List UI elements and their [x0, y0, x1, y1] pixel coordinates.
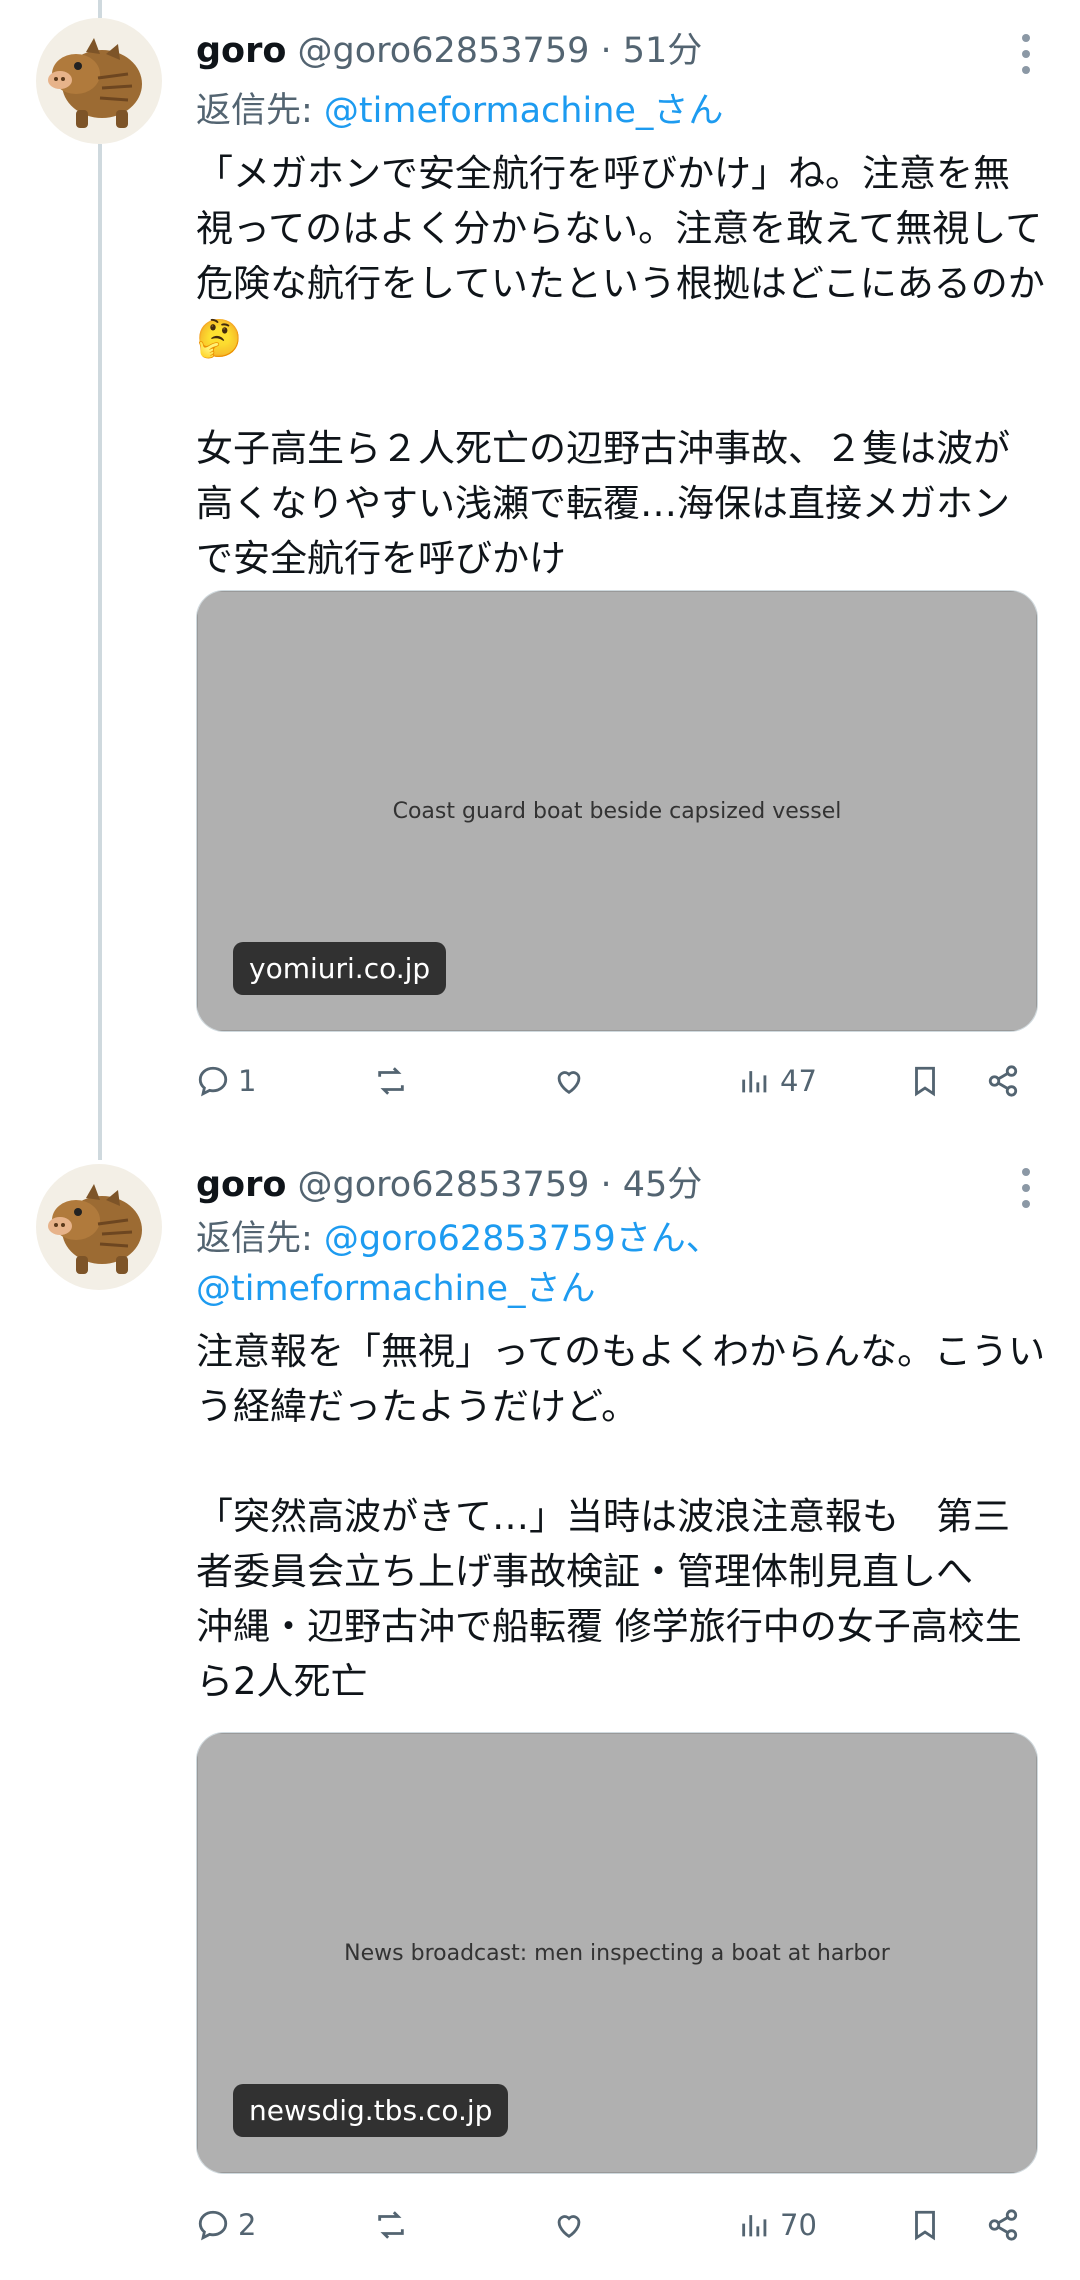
- reply-to-label: 返信先:: [196, 1219, 324, 1259]
- avatar[interactable]: [36, 18, 162, 144]
- reply-to-link[interactable]: @timeformachine_さん: [196, 1269, 596, 1309]
- reply-icon: [198, 2210, 228, 2241]
- like-button[interactable]: [552, 2200, 594, 2250]
- bookmark-button[interactable]: [908, 2200, 942, 2250]
- bookmark-icon: [915, 2210, 935, 2241]
- link-domain: newsdig.tbs.co.jp: [233, 2084, 509, 2137]
- link-domain: yomiuri.co.jp: [233, 942, 447, 995]
- tweet[interactable]: goro @goro62853759 · 45分 返信先: @goro62853…: [0, 1160, 1080, 2280]
- reply-to-link[interactable]: @goro62853759さん、: [324, 1219, 721, 1259]
- views-icon: [742, 2215, 767, 2237]
- reply-to-label: 返信先:: [196, 91, 324, 131]
- views-button[interactable]: 70: [738, 2200, 817, 2250]
- share-button[interactable]: [986, 1056, 1020, 1106]
- repost-button[interactable]: [374, 2200, 416, 2250]
- like-button[interactable]: [552, 1056, 594, 1106]
- tweet-paragraph: 「メガホンで安全航行を呼びかけ」ね。注意を無視ってのはよく分からない。注意を敢え…: [196, 152, 1045, 360]
- user-handle[interactable]: @goro62853759: [298, 31, 590, 71]
- repost-button[interactable]: [374, 1056, 416, 1106]
- more-icon[interactable]: [1020, 1168, 1032, 1216]
- reply-to-link[interactable]: @timeformachine_さん: [324, 91, 724, 131]
- reply-button[interactable]: 1: [196, 1056, 256, 1106]
- avatar[interactable]: [36, 1164, 162, 1290]
- share-button[interactable]: [986, 2200, 1020, 2250]
- link-card-image[interactable]: News broadcast: men inspecting a boat at…: [196, 1732, 1038, 2174]
- tweet[interactable]: goro @goro62853759 · 51分 返信先: @timeforma…: [0, 0, 1080, 1160]
- reply-icon: [198, 1066, 228, 1097]
- like-icon: [557, 1071, 581, 1095]
- tweet-header: goro @goro62853759 · 51分: [196, 22, 702, 73]
- views-button[interactable]: 47: [738, 1056, 817, 1106]
- tweet-text: 「メガホンで安全航行を呼びかけ」ね。注意を無視ってのはよく分からない。注意を敢え…: [196, 146, 1046, 586]
- views-icon: [742, 1071, 767, 1093]
- reply-count: 2: [238, 2208, 257, 2242]
- display-name[interactable]: goro: [196, 1165, 286, 1205]
- reply-count: 1: [238, 1064, 257, 1098]
- tweet-text: 注意報を「無視」ってのもよくわからんな。こういう経緯だったようだけど。 「突然高…: [196, 1324, 1046, 1709]
- tweet-paragraph: 「突然高波がきて…」当時は波浪注意報も 第三者委員会立ち上げ事故検証・管理体制見…: [196, 1495, 1022, 1703]
- views-count: 47: [780, 1064, 817, 1098]
- bookmark-button[interactable]: [908, 1056, 942, 1106]
- link-card-image[interactable]: Coast guard boat beside capsized vessel …: [196, 590, 1038, 1032]
- reply-to: 返信先: @goro62853759さん、 @timeformachine_さん: [196, 1214, 721, 1314]
- like-icon: [557, 2215, 581, 2239]
- tweet-paragraph: 注意報を「無視」ってのもよくわからんな。こういう経緯だったようだけど。: [196, 1330, 1046, 1428]
- boar-avatar-icon: [48, 38, 142, 128]
- boar-avatar-icon: [48, 1184, 142, 1274]
- timestamp[interactable]: · 45分: [589, 1165, 702, 1205]
- reply-button[interactable]: 2: [196, 2200, 256, 2250]
- more-icon[interactable]: [1020, 34, 1032, 82]
- display-name[interactable]: goro: [196, 31, 286, 71]
- views-count: 70: [780, 2208, 817, 2242]
- tweet-paragraph: 女子高生ら２人死亡の辺野古沖事故、２隻は波が高くなりやすい浅瀬で転覆…海保は直接…: [196, 427, 1010, 580]
- tweet-header: goro @goro62853759 · 45分: [196, 1156, 702, 1207]
- repost-icon: [378, 2211, 404, 2239]
- repost-icon: [378, 1067, 404, 1095]
- bookmark-icon: [915, 1066, 935, 1097]
- share-icon: [988, 2209, 1018, 2241]
- reply-to: 返信先: @timeformachine_さん: [196, 86, 723, 136]
- timestamp[interactable]: · 51分: [589, 31, 702, 71]
- action-bar: 2 70: [196, 2200, 1036, 2250]
- share-icon: [988, 1065, 1018, 1097]
- action-bar: 1 47: [196, 1056, 1036, 1106]
- user-handle[interactable]: @goro62853759: [298, 1165, 590, 1205]
